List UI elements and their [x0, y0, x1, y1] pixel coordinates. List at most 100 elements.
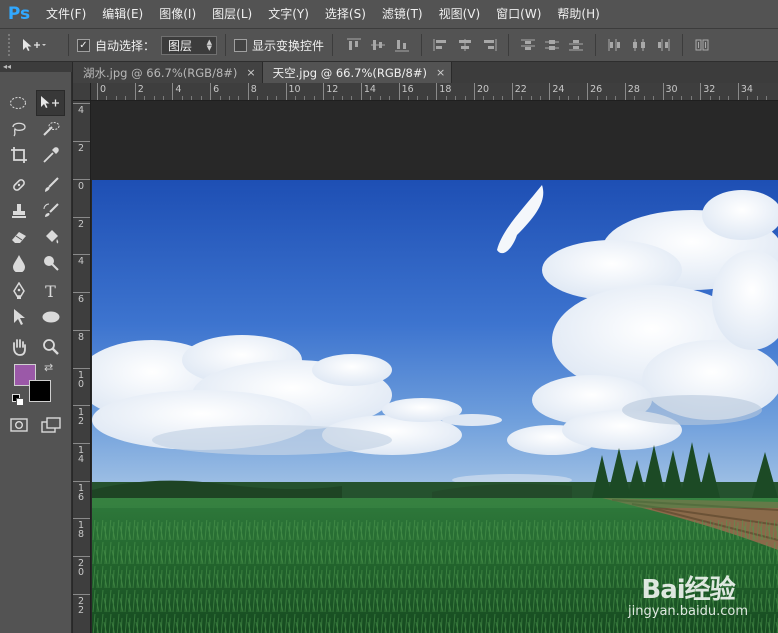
menu-filter[interactable]: 滤镜(T) [374, 0, 431, 28]
canvas-area[interactable]: Bai经验 jingyan.baidu.com [92, 102, 778, 633]
ruler-tick: 30 [662, 83, 678, 100]
ruler-tick: 28 [624, 83, 640, 100]
default-colors-icon[interactable] [12, 394, 24, 406]
ruler-label: 22 [78, 595, 85, 616]
toolbar-collapse[interactable]: ◂◂ [0, 62, 72, 72]
ruler-tick: 4 [73, 103, 90, 115]
distribute-left-icon[interactable] [606, 36, 624, 54]
ruler-corner[interactable] [73, 83, 91, 101]
ruler-minor-tick [257, 96, 259, 100]
menu-edit[interactable]: 编辑(E) [94, 0, 151, 28]
options-bar: ✓ 自动选择： 图层 ▲ ▼ 显示变换控件 [0, 28, 778, 62]
separator [682, 34, 684, 56]
options-grip[interactable] [8, 34, 14, 56]
vertical-ruler[interactable]: 420246810121416182022 [73, 101, 91, 633]
align-vcenter-icon[interactable] [369, 36, 387, 54]
ruler-tick: 20 [474, 83, 489, 100]
type-icon[interactable]: T [36, 278, 65, 304]
brush-icon[interactable] [36, 172, 65, 198]
crop-icon[interactable] [4, 142, 33, 168]
menu-type[interactable]: 文字(Y) [260, 0, 317, 28]
menu-view[interactable]: 视图(V) [431, 0, 489, 28]
ruler-label: 2 [78, 142, 85, 154]
zoom-icon[interactable] [36, 334, 65, 360]
ellipse-icon[interactable] [36, 304, 65, 330]
close-icon[interactable]: × [246, 66, 255, 79]
ruler-minor-tick [115, 96, 117, 100]
hand-icon[interactable] [4, 334, 33, 360]
show-transform-checkbox[interactable] [234, 38, 248, 52]
menu-help[interactable]: 帮助(H) [549, 0, 607, 28]
move-icon[interactable] [35, 90, 65, 116]
ruler-label: 12 [78, 407, 85, 428]
stamp-icon[interactable] [4, 198, 33, 224]
align-bottom-icon[interactable] [393, 36, 411, 54]
menu-image[interactable]: 图像(I) [151, 0, 204, 28]
separator [508, 34, 510, 56]
ruler-minor-tick [191, 96, 193, 100]
lasso-icon[interactable] [4, 116, 33, 142]
pen-icon[interactable] [4, 278, 33, 304]
eraser-icon[interactable] [4, 224, 33, 250]
align-right-icon[interactable] [480, 36, 498, 54]
auto-select-checkbox[interactable]: ✓ [77, 38, 90, 52]
tab-lake[interactable]: 湖水.jpg @ 66.7%(RGB/8#) × [73, 62, 263, 83]
distribute-right-icon[interactable] [654, 36, 672, 54]
horizontal-ruler[interactable]: 0 2 4 6 8 10 12 14 16 18 20 22 24 26 28 30 32 34 [91, 83, 778, 101]
swap-colors-icon[interactable]: ⇄ [44, 361, 53, 374]
ruler-minor-tick [332, 96, 334, 100]
close-icon[interactable]: × [436, 66, 445, 79]
ruler-label: 2 [78, 218, 85, 230]
ruler-label: 32 [703, 84, 716, 95]
path-select-icon[interactable] [4, 304, 33, 330]
screen-mode-icon[interactable] [36, 412, 65, 438]
distribute-top-icon[interactable] [519, 36, 537, 54]
ruler-minor-tick [153, 96, 155, 100]
ruler-tick: 18 [73, 518, 90, 540]
quick-mask-icon[interactable] [4, 412, 33, 438]
history-brush-icon[interactable] [36, 198, 65, 224]
distribute-vcenter-icon[interactable] [543, 36, 561, 54]
blur-icon[interactable] [4, 250, 33, 276]
ruler-label: 6 [78, 294, 85, 306]
sky-field-photo: Bai经验 jingyan.baidu.com [92, 180, 778, 633]
distribute-hcenter-icon[interactable] [630, 36, 648, 54]
healing-icon[interactable] [4, 172, 33, 198]
ruler-tick: 10 [285, 83, 301, 100]
tab-sky[interactable]: 天空.jpg @ 66.7%(RGB/8#) × [262, 62, 453, 83]
dodge-icon[interactable] [36, 250, 65, 276]
ruler-minor-tick [577, 96, 579, 100]
ruler-minor-tick [304, 96, 306, 100]
ruler-minor-tick [162, 96, 164, 100]
eyedropper-icon[interactable] [36, 142, 65, 168]
ruler-minor-tick [483, 96, 485, 100]
menu-layer[interactable]: 图层(L) [204, 0, 260, 28]
ruler-minor-tick [342, 96, 344, 100]
menu-file[interactable]: 文件(F) [38, 0, 94, 28]
quick-select-icon[interactable] [36, 116, 65, 142]
ruler-tick: 22 [73, 593, 90, 615]
menu-select[interactable]: 选择(S) [317, 0, 374, 28]
align-left-icon[interactable] [432, 36, 450, 54]
ruler-minor-tick [728, 96, 730, 100]
menu-window[interactable]: 窗口(W) [488, 0, 549, 28]
ruler-minor-tick [690, 96, 692, 100]
background-color-swatch[interactable] [29, 380, 51, 402]
ruler-tick: 6 [210, 83, 219, 100]
align-hcenter-icon[interactable] [456, 36, 474, 54]
ruler-label: 18 [78, 520, 85, 541]
ruler-tick: 32 [700, 83, 715, 100]
ruler-tick: 2 [73, 140, 90, 153]
auto-align-icon[interactable] [693, 36, 711, 54]
auto-select-dropdown[interactable]: 图层 ▲ ▼ [161, 35, 218, 55]
distribute-bottom-icon[interactable] [567, 36, 585, 54]
marquee-icon[interactable] [4, 90, 33, 116]
separator [332, 34, 334, 56]
ruler-minor-tick [596, 96, 598, 100]
tool-preset-picker[interactable] [20, 37, 60, 53]
ruler-label: 24 [552, 84, 565, 95]
move-tool-icon [23, 39, 46, 51]
align-top-icon[interactable] [345, 36, 363, 54]
ruler-label: 2 [137, 84, 144, 95]
paint-bucket-icon[interactable] [36, 224, 65, 250]
